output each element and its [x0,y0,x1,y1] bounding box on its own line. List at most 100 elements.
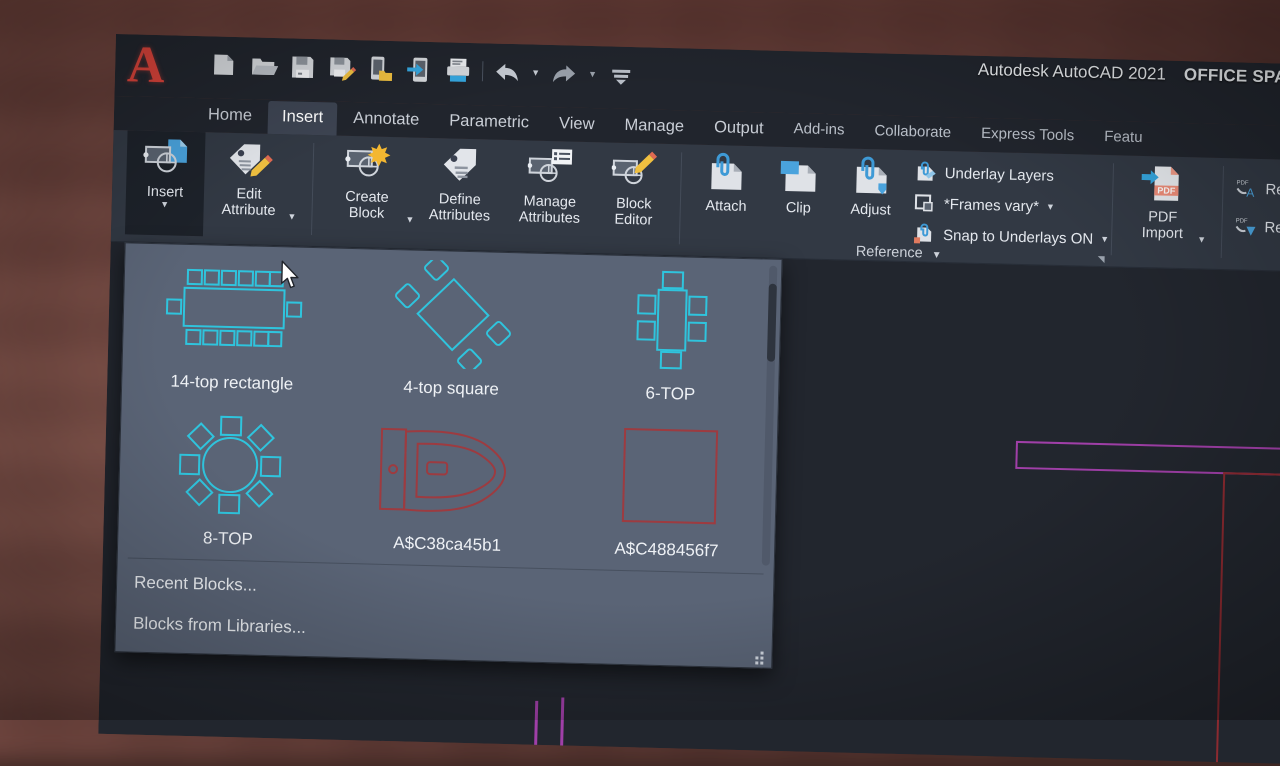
svg-text:A: A [1246,186,1254,200]
panel-divider [1111,163,1114,255]
product-title: Autodesk AutoCAD 2021 [978,60,1167,85]
reference-panel-expand-caret-icon[interactable]: ▼ [932,250,942,261]
mobile-arrow-icon[interactable] [404,54,435,85]
adjust-button[interactable]: Adjust [833,148,908,254]
block-editor-icon [611,149,658,194]
undo-arrow-icon[interactable] [492,57,523,88]
block-label: 8-TOP [203,528,253,549]
tab-express-tools[interactable]: Express Tools [967,119,1089,155]
window-title: Autodesk AutoCAD 2021 OFFICE SPACE - AUT [978,60,1280,90]
pdf-import-button[interactable]: PDF PDF Import [1123,156,1204,262]
printer-icon[interactable] [443,55,474,86]
tab-home[interactable]: Home [194,99,267,134]
manage-attributes-button[interactable]: Manage Attributes [504,140,597,246]
block-item-a-c488456f7[interactable]: A$C488456f7 [556,410,779,572]
floppy-pencil-icon[interactable] [326,52,357,83]
create-block-label-top: Create [345,189,389,206]
tab-add-ins[interactable]: Add-ins [779,114,859,149]
pdf-import-label-top: PDF [1148,209,1177,226]
define-attributes-icon [437,144,484,189]
define-attributes-label-bottom: Attributes [429,207,491,225]
snap-underlay-icon [912,223,937,246]
frames-vary-dropdown-caret-icon[interactable]: ▼ [1046,203,1055,211]
frames-icon [913,192,938,215]
snap-to-underlays-label: Snap to Underlays ON [943,226,1093,247]
mobile-folder-icon[interactable] [365,53,396,84]
tab-manage[interactable]: Manage [610,110,698,145]
clip-icon [776,153,823,198]
insert-block-icon [142,137,189,182]
define-attributes-button[interactable]: Define Attributes [414,138,507,244]
chevron-down-bars-icon[interactable] [606,59,637,90]
gallery-menu: Recent Blocks... Blocks from Libraries..… [116,561,776,660]
reference-panel: Attach Clip [689,145,1112,268]
pdf-import-dropdown-caret-icon[interactable]: ▼ [1197,235,1206,243]
block-thumbnail-grid: 14-top rectangle [118,243,784,572]
edit-attribute-dropdown-caret-icon[interactable]: ▼ [287,212,296,220]
tab-collaborate[interactable]: Collaborate [860,116,966,152]
tab-view[interactable]: View [545,108,609,143]
block-item-8-top[interactable]: 8-TOP [118,399,341,561]
underlay-layers-icon [913,161,938,184]
manage-attributes-label-bottom: Attributes [519,209,581,227]
block-item-a-c38ca45b1[interactable]: A$C38ca45b1 [337,405,560,567]
redo-dropdown-caret-icon[interactable]: ▼ [588,69,597,79]
create-block-dropdown-caret-icon[interactable]: ▼ [405,215,414,223]
block-label: A$C488456f7 [614,539,718,562]
manage-attributes-label-top: Manage [523,193,576,210]
edit-attribute-label-top: Edit [236,186,261,203]
insert-button[interactable]: Insert ▼ [125,130,206,236]
edit-attribute-button[interactable]: Edit Attribute [203,132,296,238]
snap-dropdown-caret-icon[interactable]: ▼ [1100,235,1109,243]
pdf-import-label-bottom: Import [1142,225,1183,242]
block-label: 14-top rectangle [170,371,293,394]
import-panel: PDF PDF Import ▼ [1122,156,1208,270]
wall-segment [1216,472,1280,766]
tab-insert[interactable]: Insert [268,101,338,136]
reference-dialog-launcher-icon[interactable]: ◥ [1098,254,1105,265]
new-file-icon[interactable] [209,49,240,80]
underlay-layers-button[interactable]: Underlay Layers [913,158,1111,191]
block-thumbnail [368,415,531,527]
tab-featured-apps[interactable]: Featu [1090,122,1157,157]
svg-text:PDF: PDF [1236,218,1248,224]
tab-parametric[interactable]: Parametric [435,105,544,141]
block-item-6-top[interactable]: 6-TOP [560,254,783,416]
adjust-label: Adjust [850,202,891,219]
tab-output[interactable]: Output [700,112,778,147]
autocad-logo-icon[interactable]: A [127,38,164,93]
block-item-4-top-square[interactable]: 4-top square [341,249,564,411]
block-thumbnail [148,409,311,521]
tab-annotate[interactable]: Annotate [339,103,434,138]
clip-button[interactable]: Clip [761,146,836,252]
block-thumbnail [372,259,535,371]
block-label: 6-TOP [645,384,695,405]
block-label: 4-top square [403,377,499,399]
insert-block-gallery: 14-top rectangle [114,242,782,669]
insert-button-label: Insert [147,184,184,201]
insert-dropdown-caret-icon[interactable]: ▼ [160,200,169,208]
create-block-button[interactable]: Create Block [321,135,414,241]
frames-vary-button[interactable]: *Frames vary* ▼ [913,189,1111,222]
edit-attribute-icon [226,139,273,184]
block-editor-button[interactable]: Block Editor [594,142,675,248]
recognition-settings-button[interactable]: PDF Rec [1233,212,1280,241]
pdf-import-icon: PDF [1140,162,1187,207]
open-folder-icon[interactable] [248,50,279,81]
redo-arrow-icon[interactable] [549,58,580,89]
undo-dropdown-caret-icon[interactable]: ▼ [531,68,540,78]
block-item-14-top-rectangle[interactable]: 14-top rectangle [122,243,345,405]
attach-button[interactable]: Attach [689,145,764,251]
recognize-text-button[interactable]: PDF A Rec [1234,174,1280,203]
reference-panel-title-label: Reference [856,244,923,262]
autocad-application-window: A [98,34,1280,766]
pdf-text-recognize-icon: PDF A [1234,177,1259,200]
panel-divider [1221,166,1224,258]
floppy-save-icon[interactable] [287,51,318,82]
block-thumbnail [591,264,754,376]
manage-attributes-icon [527,146,574,191]
block-editor-label-bottom: Editor [614,212,652,229]
panel-divider [311,143,314,235]
gallery-resize-grip[interactable] [755,652,767,664]
pdf-recognition-panel: PDF A Rec PDF Rec [1232,158,1280,271]
